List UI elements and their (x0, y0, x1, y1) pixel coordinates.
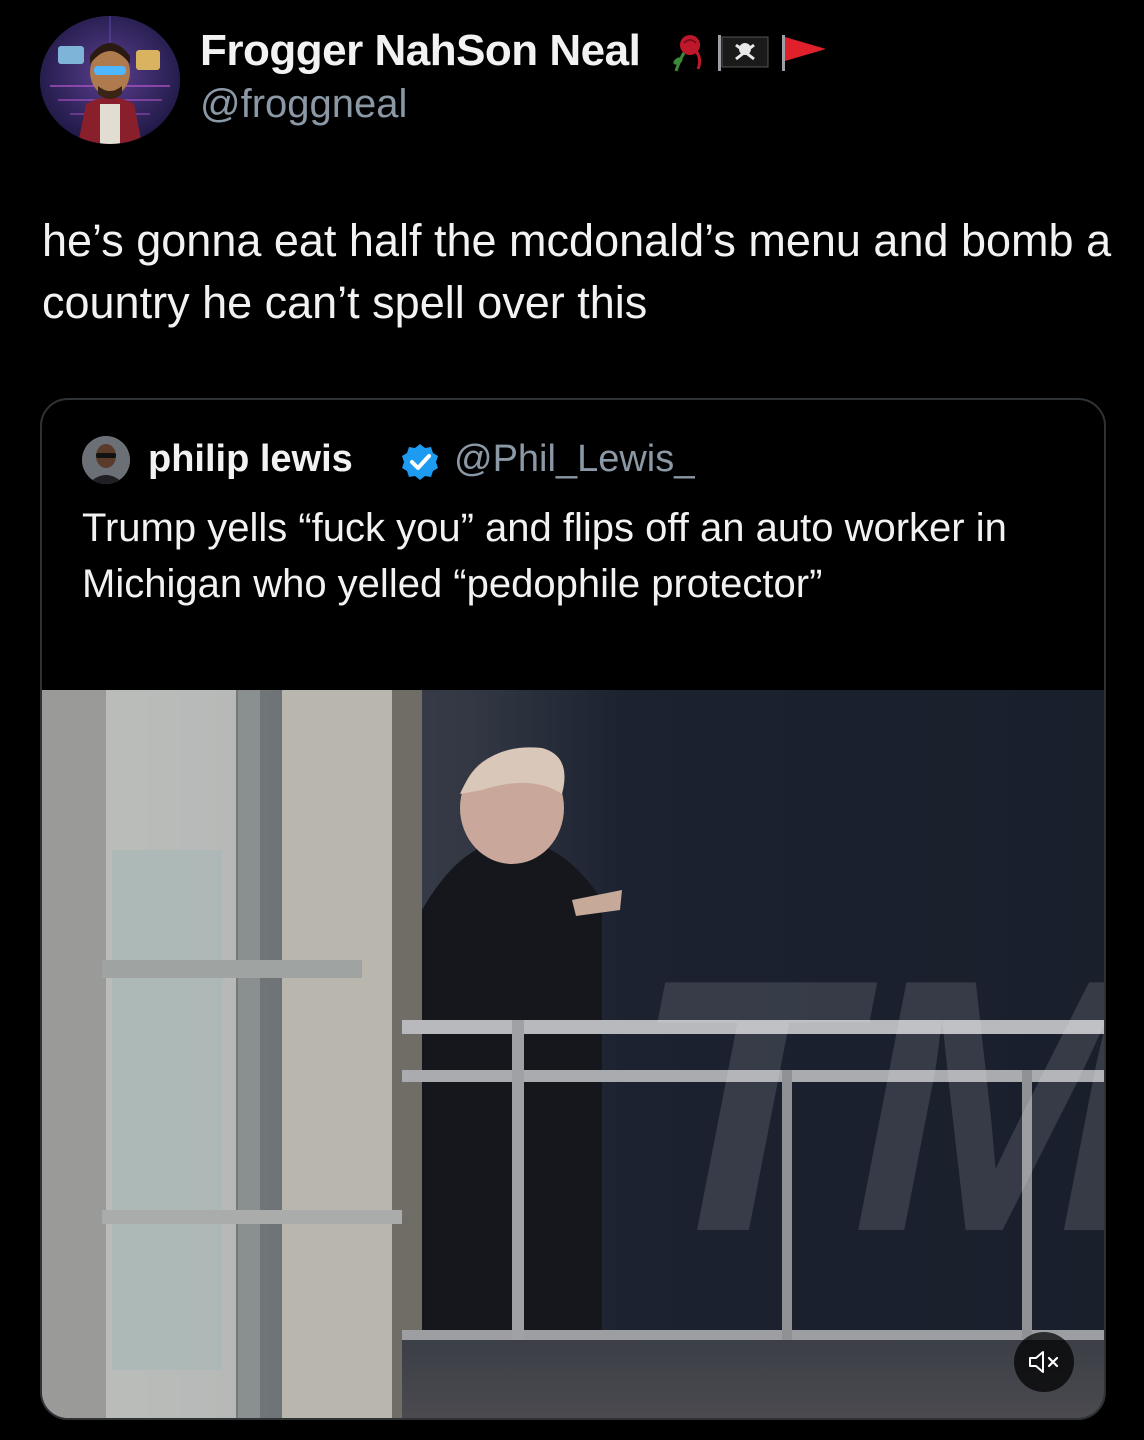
mute-icon (1029, 1351, 1059, 1373)
pirate-flag-icon (718, 35, 769, 71)
tweet-text: he’s gonna eat half the mcdonald’s menu … (42, 215, 1112, 328)
quoted-author-name[interactable]: philip lewis (148, 438, 353, 481)
video-frame: TMZ (42, 690, 1104, 1418)
rose-icon (673, 35, 702, 72)
video-player[interactable]: TMZ (42, 690, 1104, 1418)
red-flag-icon (782, 35, 826, 71)
quoted-tweet-card[interactable]: philip lewis @Phil_Lewis_ Trump yells “f… (40, 398, 1106, 1420)
author-display-name[interactable]: Frogger NahSon Neal (200, 26, 641, 76)
tmz-watermark: TMZ (632, 905, 1104, 1307)
quoted-tweet-text: Trump yells “fuck you” and flips off an … (82, 506, 1007, 606)
name-emoji-row (668, 30, 830, 76)
quoted-author-handle[interactable]: @Phil_Lewis_ (454, 438, 695, 481)
tweet[interactable]: Frogger NahSon Neal @froggneal he’s gonn… (0, 0, 1144, 1440)
mute-button[interactable] (1014, 1332, 1074, 1392)
author-avatar[interactable] (40, 16, 180, 144)
author-handle[interactable]: @froggneal (200, 82, 407, 127)
quoted-author-avatar[interactable] (82, 436, 130, 484)
verified-badge-icon (402, 444, 438, 480)
